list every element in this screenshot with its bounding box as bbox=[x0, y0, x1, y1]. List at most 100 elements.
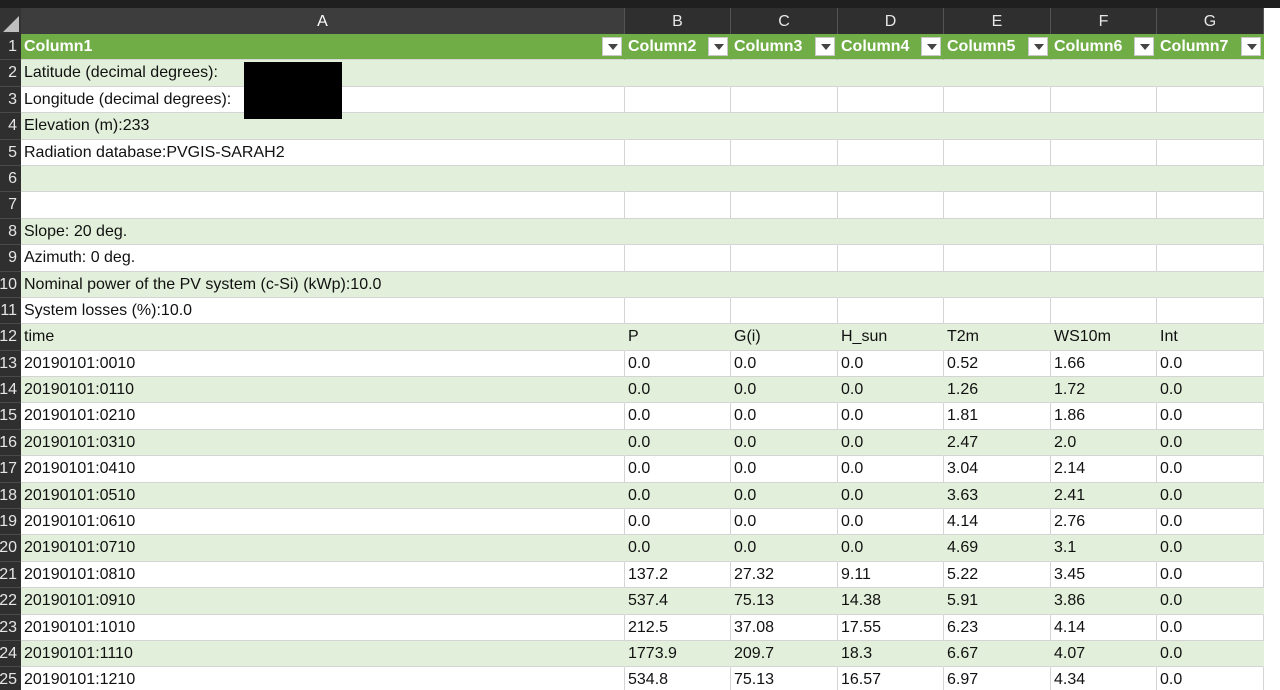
row-number[interactable]: 13 bbox=[0, 350, 21, 378]
cell[interactable] bbox=[731, 271, 838, 298]
row-number[interactable]: 15 bbox=[0, 403, 21, 430]
cell[interactable]: 9.11 bbox=[838, 561, 944, 589]
cell[interactable] bbox=[838, 271, 944, 298]
cell[interactable]: 0.0 bbox=[1157, 640, 1264, 668]
cell[interactable]: 0.0 bbox=[625, 482, 731, 510]
cell[interactable]: 20190101:1010 bbox=[21, 614, 625, 641]
cell[interactable] bbox=[21, 192, 625, 219]
column-header-c[interactable]: C bbox=[731, 8, 838, 34]
cell[interactable]: 212.5 bbox=[625, 614, 731, 641]
row-number[interactable]: 20 bbox=[0, 535, 21, 562]
column-header-e[interactable]: E bbox=[944, 8, 1051, 34]
cell[interactable]: 2.41 bbox=[1051, 482, 1157, 510]
cell[interactable]: 0.0 bbox=[838, 429, 944, 457]
cell[interactable] bbox=[731, 245, 838, 272]
cell[interactable]: 0.0 bbox=[1157, 350, 1264, 378]
cell[interactable]: 0.0 bbox=[731, 350, 838, 378]
cell[interactable]: 3.63 bbox=[944, 482, 1051, 510]
filter-dropdown-icon[interactable] bbox=[602, 37, 622, 56]
cell[interactable]: 16.57 bbox=[838, 667, 944, 690]
cell[interactable] bbox=[625, 297, 731, 325]
cell[interactable]: Slope: 20 deg. bbox=[21, 218, 625, 246]
table-column-header[interactable]: Column6 bbox=[1051, 34, 1157, 61]
cell[interactable] bbox=[1051, 113, 1157, 140]
cell[interactable]: 0.0 bbox=[731, 509, 838, 536]
cell[interactable] bbox=[1051, 165, 1157, 193]
cell[interactable]: 0.0 bbox=[731, 429, 838, 457]
row-number[interactable]: 5 bbox=[0, 139, 21, 166]
cell[interactable] bbox=[1157, 139, 1264, 166]
cell[interactable] bbox=[1051, 218, 1157, 246]
table-column-header[interactable]: Column2 bbox=[625, 34, 731, 61]
cell[interactable]: 1.81 bbox=[944, 403, 1051, 430]
cell[interactable]: 4.14 bbox=[944, 509, 1051, 536]
cell[interactable]: 0.0 bbox=[625, 429, 731, 457]
cell[interactable] bbox=[838, 60, 944, 87]
cell[interactable]: 20190101:0910 bbox=[21, 588, 625, 615]
cell[interactable] bbox=[1157, 60, 1264, 87]
cell[interactable]: 0.0 bbox=[1157, 614, 1264, 641]
cell[interactable]: 6.67 bbox=[944, 640, 1051, 668]
cell[interactable] bbox=[944, 245, 1051, 272]
cell[interactable]: WS10m bbox=[1051, 324, 1157, 351]
cell[interactable]: 0.0 bbox=[625, 377, 731, 404]
cell[interactable]: 20190101:0810 bbox=[21, 561, 625, 589]
cell[interactable]: 27.32 bbox=[731, 561, 838, 589]
cell[interactable]: 0.0 bbox=[731, 535, 838, 562]
cell[interactable]: 0.0 bbox=[838, 509, 944, 536]
cell[interactable] bbox=[625, 192, 731, 219]
column-header-g[interactable]: G bbox=[1157, 8, 1264, 34]
filter-dropdown-icon[interactable] bbox=[1241, 37, 1261, 56]
cell[interactable]: 1.86 bbox=[1051, 403, 1157, 430]
column-header-b[interactable]: B bbox=[625, 8, 731, 34]
row-number[interactable]: 7 bbox=[0, 192, 21, 219]
cell[interactable]: Int bbox=[1157, 324, 1264, 351]
cell[interactable]: 6.23 bbox=[944, 614, 1051, 641]
row-number[interactable]: 9 bbox=[0, 245, 21, 272]
cell[interactable]: 20190101:0710 bbox=[21, 535, 625, 562]
cell[interactable]: 3.1 bbox=[1051, 535, 1157, 562]
cell[interactable]: T2m bbox=[944, 324, 1051, 351]
cell[interactable] bbox=[1157, 86, 1264, 114]
cell[interactable]: 4.14 bbox=[1051, 614, 1157, 641]
cell[interactable] bbox=[731, 113, 838, 140]
cell[interactable]: 0.0 bbox=[1157, 588, 1264, 615]
column-header-a[interactable]: A bbox=[21, 8, 625, 34]
cell[interactable]: Nominal power of the PV system (c-Si) (k… bbox=[21, 271, 625, 298]
cell[interactable]: 3.04 bbox=[944, 456, 1051, 483]
cell[interactable] bbox=[838, 218, 944, 246]
row-number[interactable]: 18 bbox=[0, 482, 21, 510]
cell[interactable] bbox=[944, 271, 1051, 298]
cell[interactable] bbox=[944, 297, 1051, 325]
cell[interactable]: 0.0 bbox=[731, 403, 838, 430]
cell[interactable] bbox=[1157, 113, 1264, 140]
cell[interactable]: 0.0 bbox=[1157, 482, 1264, 510]
cell[interactable]: 14.38 bbox=[838, 588, 944, 615]
row-number[interactable]: 24 bbox=[0, 640, 21, 668]
cell[interactable]: 0.52 bbox=[944, 350, 1051, 378]
cell[interactable]: 4.07 bbox=[1051, 640, 1157, 668]
cell[interactable]: 0.0 bbox=[1157, 377, 1264, 404]
cell[interactable] bbox=[1051, 192, 1157, 219]
cell[interactable]: 37.08 bbox=[731, 614, 838, 641]
row-number[interactable]: 25 bbox=[0, 667, 21, 690]
cell[interactable]: 0.0 bbox=[731, 377, 838, 404]
cell[interactable]: 2.14 bbox=[1051, 456, 1157, 483]
cell[interactable] bbox=[625, 271, 731, 298]
cell[interactable]: Azimuth: 0 deg. bbox=[21, 245, 625, 272]
row-number[interactable]: 22 bbox=[0, 588, 21, 615]
cell[interactable]: 20190101:1110 bbox=[21, 640, 625, 668]
cell[interactable] bbox=[944, 165, 1051, 193]
cell[interactable] bbox=[944, 139, 1051, 166]
cell[interactable] bbox=[1051, 271, 1157, 298]
cell[interactable]: 20190101:0610 bbox=[21, 509, 625, 536]
cell[interactable] bbox=[838, 245, 944, 272]
cell[interactable] bbox=[731, 218, 838, 246]
cell[interactable] bbox=[1051, 139, 1157, 166]
cell[interactable] bbox=[21, 165, 625, 193]
cell[interactable]: time bbox=[21, 324, 625, 351]
cell[interactable]: 0.0 bbox=[731, 456, 838, 483]
cell[interactable]: 20190101:1210 bbox=[21, 667, 625, 690]
cell[interactable]: 20190101:0410 bbox=[21, 456, 625, 483]
cell[interactable] bbox=[838, 86, 944, 114]
